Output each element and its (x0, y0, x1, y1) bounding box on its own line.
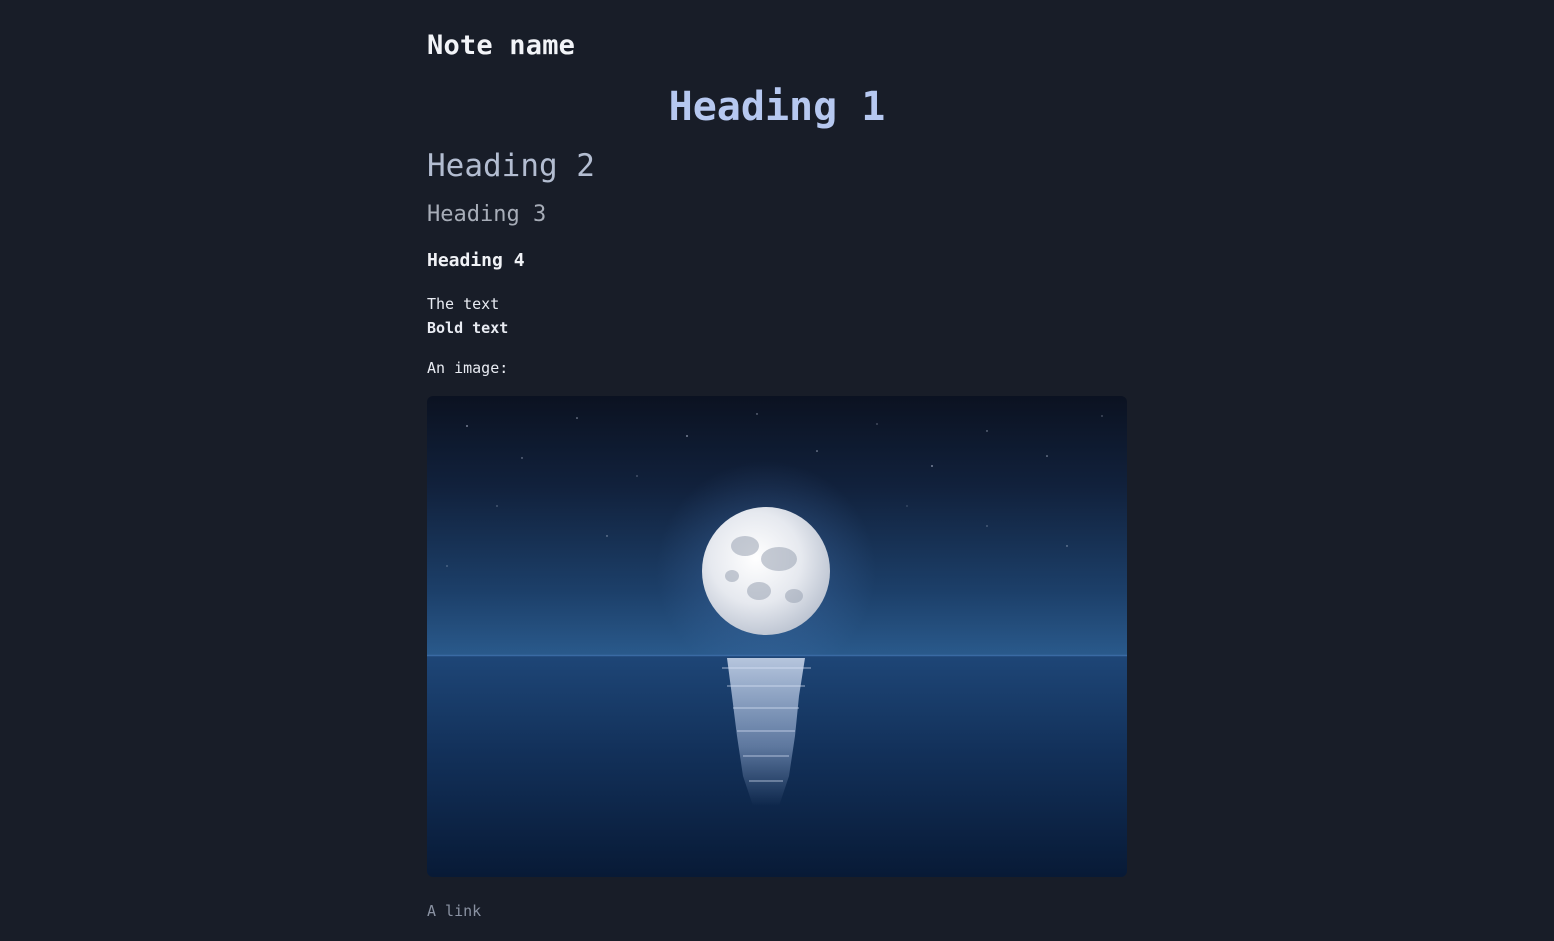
link[interactable]: A link (427, 900, 481, 922)
heading-3: Heading 3 (427, 202, 547, 227)
paragraph: The text Bold text (427, 292, 508, 340)
heading-2: Heading 2 (427, 148, 595, 184)
moon-image (427, 396, 1127, 877)
note-title: Note name (427, 30, 576, 61)
image-label: An image: (427, 359, 509, 377)
heading-1: Heading 1 (668, 84, 886, 130)
plain-text: The text (427, 295, 500, 313)
bold-text: Bold text (427, 319, 509, 337)
heading-4: Heading 4 (427, 250, 525, 271)
